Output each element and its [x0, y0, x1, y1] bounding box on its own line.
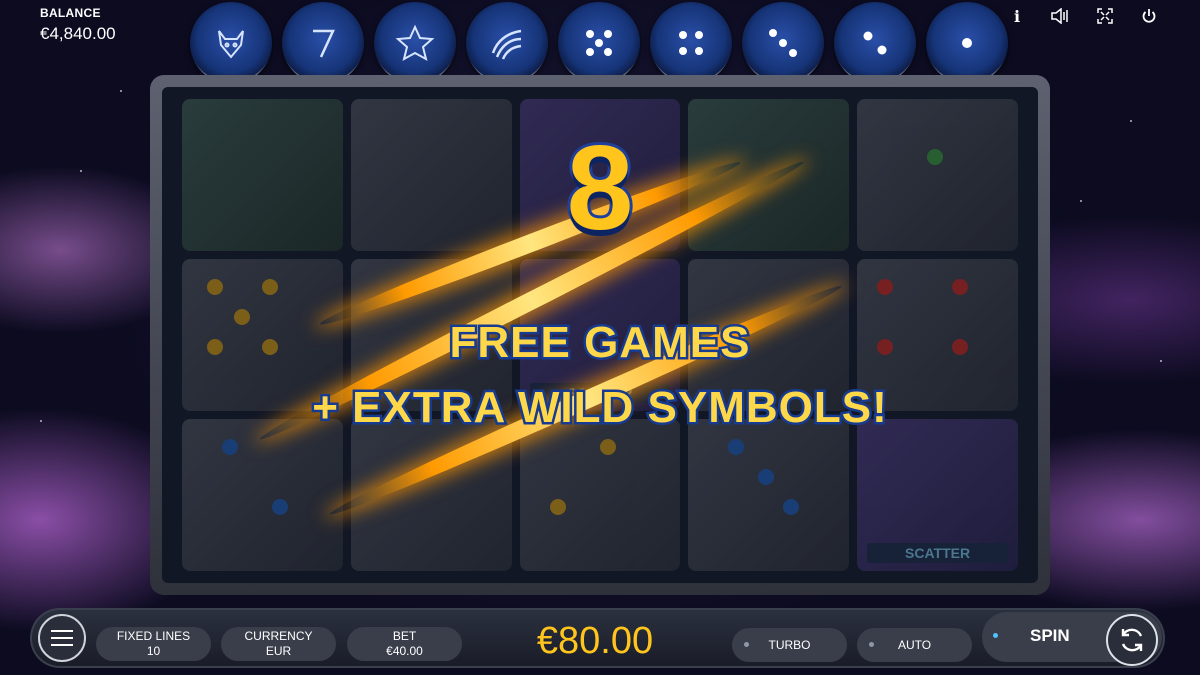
bet-selector[interactable]: BET €40.00 — [347, 627, 462, 661]
dice-two-icon — [834, 2, 916, 84]
info-icon[interactable]: i — [1006, 6, 1028, 26]
currency-label: CURRENCY — [244, 629, 313, 643]
refresh-icon — [1121, 628, 1143, 652]
scatter-label: SCATTER — [867, 543, 1008, 563]
reel-symbol-dice — [519, 419, 681, 571]
turbo-label: TURBO — [768, 638, 811, 652]
spin-circle-button[interactable] — [1106, 614, 1158, 666]
reel-symbol-star — [182, 99, 343, 251]
top-controls: i — [1006, 6, 1160, 26]
dice-three-icon — [742, 2, 824, 84]
hamburger-icon — [51, 630, 73, 632]
currency-display: CURRENCY EUR — [221, 627, 336, 661]
bet-label: BET — [392, 629, 417, 643]
reel-symbol-wolf — [350, 99, 512, 251]
reel-symbol-dice — [688, 419, 850, 571]
reel-symbol-scatter: SCATTER — [857, 419, 1018, 571]
extra-wilds-subtitle: + EXTRA WILD SYMBOLS! — [310, 381, 890, 435]
dice-four-icon — [650, 2, 732, 84]
power-icon[interactable] — [1138, 6, 1160, 26]
free-games-count: 8 — [564, 121, 637, 255]
win-amount: €80.00 — [536, 620, 654, 662]
balance-value: €4,840.00 — [40, 24, 116, 43]
fixed-lines-display: FIXED LINES 10 — [96, 627, 211, 661]
auto-label: AUTO — [897, 638, 932, 652]
seven-icon — [282, 2, 364, 84]
reel-symbol-dice — [857, 99, 1018, 251]
wolf-icon — [190, 2, 272, 84]
auto-indicator — [869, 642, 874, 647]
star-icon — [374, 2, 456, 84]
free-games-title: FREE GAMES — [447, 316, 752, 370]
paytable-symbols — [190, 2, 1008, 84]
claw-icon — [466, 2, 548, 84]
bet-value: €40.00 — [386, 644, 423, 658]
turbo-toggle[interactable]: TURBO — [732, 628, 847, 662]
balance-display: BALANCE €4,840.00 — [40, 6, 116, 44]
fullscreen-icon[interactable] — [1094, 6, 1116, 26]
menu-button[interactable] — [38, 614, 86, 662]
auto-button[interactable]: AUTO — [857, 628, 972, 662]
fixed-lines-label: FIXED LINES — [116, 629, 191, 643]
sound-icon[interactable] — [1050, 6, 1072, 26]
fixed-lines-value: 10 — [146, 644, 161, 658]
reel-symbol-dice — [182, 419, 343, 571]
spin-indicator — [993, 633, 998, 638]
currency-value: EUR — [265, 644, 292, 658]
dice-one-icon — [926, 2, 1008, 84]
dice-five-icon — [558, 2, 640, 84]
balance-label: BALANCE — [40, 6, 101, 20]
turbo-indicator — [744, 642, 749, 647]
spin-label: SPIN — [1030, 626, 1070, 645]
